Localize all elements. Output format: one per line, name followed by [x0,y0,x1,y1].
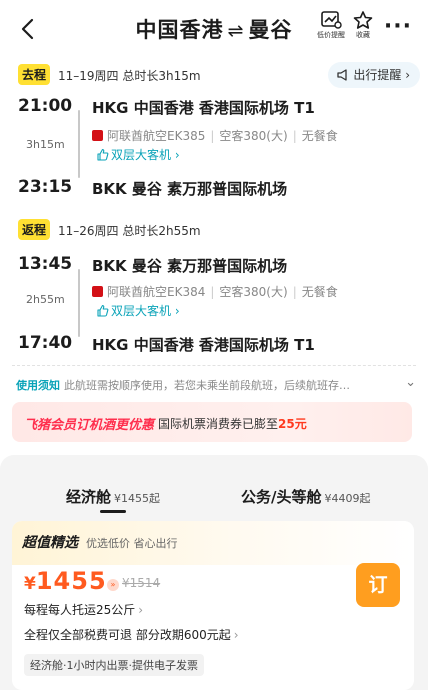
usage-notice[interactable]: 使用须知 此航班需按顺序使用，若您未乘坐前段航班，后续航班存… ⌄ [16,377,416,393]
more-menu-button[interactable]: ··· [384,16,412,38]
fare-subtitle: 优选低价 省心出行 [86,537,178,550]
outbound-aircraft: 空客380(大) [219,129,288,143]
outbound-arrival-time: 23:15 [18,177,73,197]
return-meal: 无餐食 [301,285,338,299]
outbound-meta: 11–19周四 总时长3h15m [58,69,201,83]
tab-economy-price: ¥1455起 [114,492,161,505]
return-tag: 返程 [18,219,51,240]
promo-amount: 25元 [278,417,307,431]
outbound-tag: 去程 [18,64,51,85]
return-departure-time: 13:45 [18,254,73,274]
return-airline-info: 阿联酋航空EK384 | 空客380(大) | 无餐食 [92,283,338,300]
airline-logo [92,286,103,297]
usage-notice-label: 使用须知 [16,379,60,392]
usage-notice-text: 此航班需按顺序使用，若您未乘坐前段航班，后续航班存… [64,379,350,392]
airline-logo [92,130,103,141]
swap-icon: ⇌ [227,20,245,42]
return-meta: 11–26周四 总时长2h55m [58,224,201,238]
return-arrival-airport: HKG 中国香港 香港国际机场 T1 [92,336,315,354]
book-button[interactable]: 订 [356,563,400,607]
fare-card: 超值精选 优选低价 省心出行 ¥1455 » ¥1514 订 每程每人托运25公斤… [12,521,414,690]
fare-title: 超值精选 [22,532,78,554]
return-arrival-time: 17:40 [18,333,73,353]
outbound-timeline [78,110,80,178]
divider [12,365,416,366]
travel-reminder-button[interactable]: 出行提醒 › [328,62,420,88]
return-aircraft-type-link[interactable]: 双层大客机 › [96,302,180,319]
thumbs-up-icon [97,304,109,317]
destination-city: 曼谷 [248,18,293,42]
fare-price: ¥1455 [24,567,107,595]
favorite-caption: 收藏 [356,31,370,39]
return-duration: 2h55m [26,293,65,306]
outbound-plane-label: 双层大客机 › [111,148,180,162]
tab-active-indicator [100,510,126,513]
promo-brand: 飞猪会员订机酒更优惠 [24,418,155,433]
tab-business-first[interactable]: 公务/头等舱 ¥4409起 [241,486,370,507]
refund-info[interactable]: 全程仅全部税费可退 部分改期600元起 › [24,626,239,643]
fare-original: » ¥1514 [107,576,160,591]
chevron-down-icon: ⌄ [405,377,416,390]
origin-city: 中国香港 [135,18,224,42]
baggage-text: 每程每人托运25公斤 [24,603,136,617]
star-icon [353,11,373,29]
return-timeline [78,269,80,337]
top-bar: 中国香港 ⇌ 曼谷 低价提醒 收藏 ··· [0,0,428,58]
refund-text: 全程仅全部税费可退 部分改期600元起 [24,628,231,642]
tab-business-label: 公务/头等舱 [241,488,322,506]
outbound-meal: 无餐食 [301,129,338,143]
outbound-duration: 3h15m [26,138,65,151]
member-promo-banner[interactable]: 飞猪会员订机酒更优惠 国际机票消费券已膨至25元 [12,402,412,442]
price-drop-icon: » [107,579,119,591]
travel-reminder-label: 出行提醒 › [353,68,410,82]
return-aircraft: 空客380(大) [219,285,288,299]
outbound-departure-time: 21:00 [18,96,73,116]
fare-amount: 1455 [35,567,107,595]
outbound-flight-number: 阿联酋航空EK385 [107,129,206,143]
baggage-info[interactable]: 每程每人托运25公斤 › [24,601,143,618]
outbound-departure-airport: HKG 中国香港 香港国际机场 T1 [92,99,315,117]
price-chart-icon [321,11,342,29]
chevron-right-icon: › [233,628,239,642]
chevron-right-icon: › [138,603,144,617]
promo-text-wrap: 国际机票消费券已膨至25元 [158,415,307,432]
outbound-aircraft-type-link[interactable]: 双层大客机 › [96,146,180,163]
outbound-arrival-airport: BKK 曼谷 素万那普国际机场 [92,180,288,198]
fare-currency: ¥ [24,574,36,594]
thumbs-up-icon [97,148,109,161]
fare-features-chip: 经济舱·1小时内出票·提供电子发票 [24,654,204,676]
outbound-airline-info: 阿联酋航空EK385 | 空客380(大) | 无餐食 [92,127,338,144]
favorite-button[interactable]: 收藏 [343,10,383,40]
return-departure-airport: BKK 曼谷 素万那普国际机场 [92,257,288,275]
return-plane-label: 双层大客机 › [111,304,180,318]
fare-card-header: 超值精选 优选低价 省心出行 [12,521,414,565]
megaphone-icon [337,69,348,81]
tab-economy[interactable]: 经济舱 ¥1455起 [66,486,160,507]
more-dots-icon: ··· [383,14,412,39]
tab-economy-label: 经济舱 [66,488,112,506]
tab-business-price: ¥4409起 [324,492,371,505]
fare-original-price: ¥1514 [122,576,161,590]
return-flight-number: 阿联酋航空EK384 [107,285,206,299]
promo-text: 国际机票消费券已膨至 [158,417,279,431]
